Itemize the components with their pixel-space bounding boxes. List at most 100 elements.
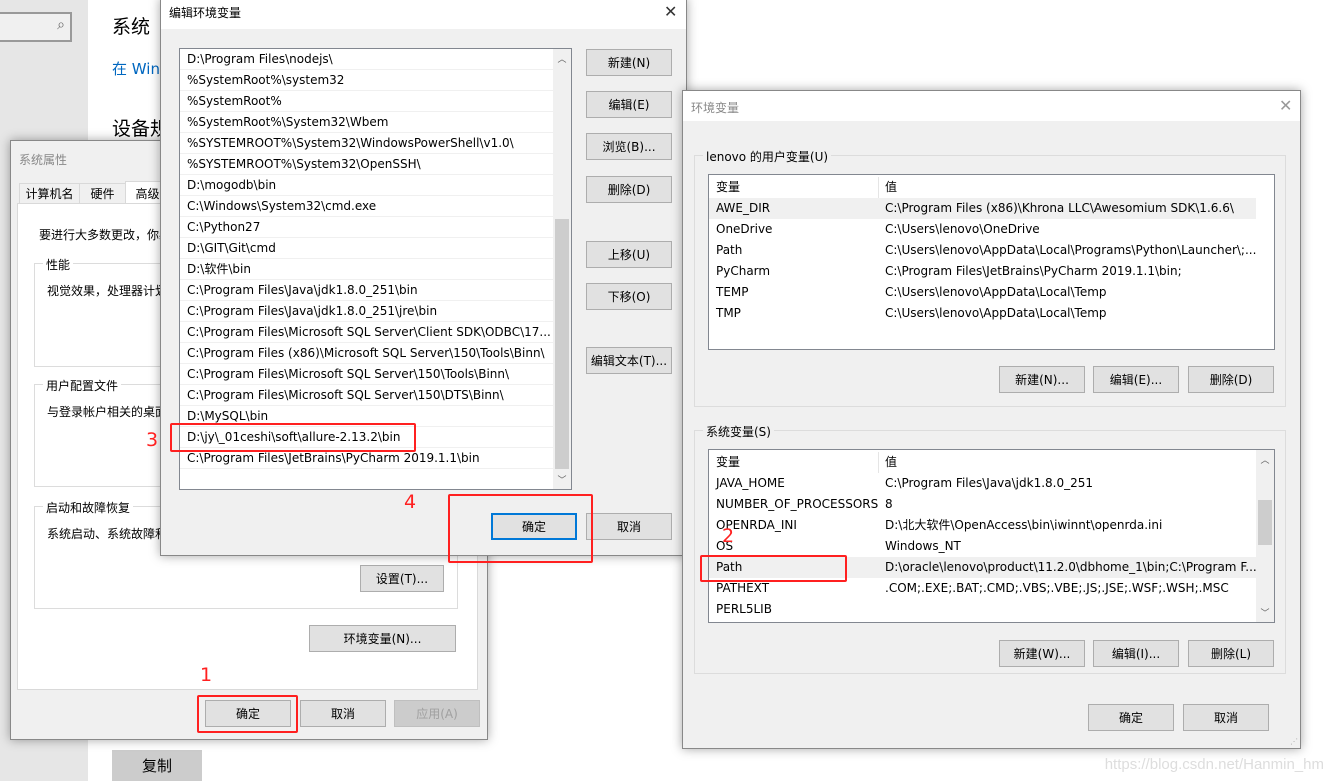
group-label: 启动和故障恢复 — [43, 499, 134, 516]
group-text: 视觉效果，处理器计划，内存使用，以及虚拟内存 — [47, 284, 177, 298]
annotation-box-4 — [448, 494, 593, 563]
copy-button[interactable]: 复制 — [112, 750, 202, 781]
dialog-title: 编辑环境变量 — [169, 6, 242, 20]
path-entry[interactable]: %SYSTEMROOT%\System32\WindowsPowerShell\… — [180, 133, 553, 154]
path-entry[interactable]: C:\Program Files\Microsoft SQL Server\15… — [180, 385, 553, 406]
sys_buttons-button-0[interactable]: 新建(W)... — [999, 640, 1085, 667]
watermark: https://blog.csdn.net/Hanmin_hm — [1104, 756, 1324, 773]
variable-row[interactable]: AWE_DIR C:\Program Files (x86)\Khrona LLC… — [709, 198, 1256, 219]
variable-name: OneDrive — [716, 222, 773, 236]
path-entry[interactable]: C:\Windows\System32\cmd.exe — [180, 196, 553, 217]
cancel-button[interactable]: 取消 — [300, 700, 386, 727]
column-header-value[interactable]: 值 — [879, 452, 1274, 473]
user_buttons-button-0[interactable]: 新建(N)... — [999, 366, 1085, 393]
group-label: lenovo 的用户变量(U) — [703, 148, 832, 165]
variable-row[interactable]: JAVA_HOME C:\Program Files\Java\jdk1.8.0_… — [709, 473, 1256, 494]
variable-row[interactable]: OneDrive C:\Users\lenovo\OneDrive — [709, 219, 1256, 240]
path-entry[interactable]: %SystemRoot%\system32 — [180, 70, 553, 91]
variable-row[interactable]: OS Windows_NT — [709, 536, 1256, 557]
variable-name: PyCharm — [716, 264, 771, 278]
column-header-name[interactable]: 变量 — [709, 177, 879, 198]
variable-value: C:\Users\lenovo\AppData\Local\Temp — [885, 306, 1107, 320]
variable-value: Windows_NT — [885, 539, 961, 553]
variable-value: C:\Program Files (x86)\Khrona LLC\Awesom… — [885, 201, 1234, 215]
settings-search-input[interactable]: ⌕ — [0, 12, 72, 42]
path-entry[interactable]: %SystemRoot%\System32\Wbem — [180, 112, 553, 133]
path-entry[interactable]: %SYSTEMROOT%\System32\OpenSSH\ — [180, 154, 553, 175]
variable-row[interactable]: Path C:\Users\lenovo\AppData\Local\Progra… — [709, 240, 1256, 261]
variable-row[interactable]: NUMBER_OF_PROCESSORS 8 — [709, 494, 1256, 515]
edit-cancel-button[interactable]: 取消 — [586, 513, 672, 540]
variable-name: AWE_DIR — [716, 201, 771, 215]
variable-value: .COM;.EXE;.BAT;.CMD;.VBS;.VBE;.JS;.JSE;.… — [885, 581, 1229, 595]
edit-env-button-4[interactable]: 上移(U) — [586, 241, 672, 268]
variable-value: C:\Users\lenovo\OneDrive — [885, 222, 1040, 236]
path-entry[interactable]: C:\Program Files (x86)\Microsoft SQL Ser… — [180, 343, 553, 364]
scrollbar-thumb[interactable] — [1258, 500, 1272, 545]
tab-computer-name[interactable]: 计算机名 — [19, 183, 80, 204]
scrollbar[interactable]: ︿ ﹀ — [1256, 450, 1274, 622]
variable-row[interactable]: PERL5LIB — [709, 599, 1256, 620]
column-header-name[interactable]: 变量 — [709, 452, 879, 473]
path-entry[interactable]: C:\Program Files\Java\jdk1.8.0_251\jre\b… — [180, 301, 553, 322]
user-variables-list[interactable]: 变量值 AWE_DIR C:\Program Files (x86)\Khrona… — [708, 174, 1275, 350]
variable-value: C:\Program Files\Java\jdk1.8.0_251 — [885, 476, 1094, 490]
resize-grip-icon[interactable]: ⋰ — [1290, 737, 1298, 746]
sys_buttons-button-1[interactable]: 编辑(I)... — [1093, 640, 1179, 667]
path-entry[interactable]: C:\Python27 — [180, 217, 553, 238]
path-entry[interactable]: D:\Program Files\nodejs\ — [180, 49, 553, 70]
annotation-number-4: 4 — [404, 491, 417, 513]
annotation-box-3 — [170, 423, 416, 452]
path-entry[interactable]: C:\Program Files\Microsoft SQL Server\15… — [180, 364, 553, 385]
annotation-number-3: 3 — [146, 429, 159, 451]
variable-name: OPENRDA_INI — [716, 518, 797, 532]
apply-button[interactable]: 应用(A) — [394, 700, 480, 727]
variable-value: 8 — [885, 497, 893, 511]
variable-name: PERL5LIB — [716, 602, 772, 616]
edit-env-button-6[interactable]: 编辑文本(T)... — [586, 347, 672, 374]
dialog-title: 系统属性 — [19, 153, 68, 167]
variable-value: C:\Program Files\JetBrains\PyCharm 2019.… — [885, 264, 1182, 278]
edit-env-button-0[interactable]: 新建(N) — [586, 49, 672, 76]
column-header-value[interactable]: 值 — [879, 177, 1274, 198]
env-cancel-button[interactable]: 取消 — [1183, 704, 1269, 731]
intro-text: 要进行大多数更改，你必须作为管理员登录。 — [39, 228, 179, 242]
edit-env-button-2[interactable]: 浏览(B)... — [586, 133, 672, 160]
path-entry[interactable]: C:\Program Files\Java\jdk1.8.0_251\bin — [180, 280, 553, 301]
search-icon: ⌕ — [57, 17, 65, 33]
scrollbar-thumb[interactable] — [555, 219, 569, 469]
startup-settings-button[interactable]: 设置(T)... — [360, 565, 444, 592]
path-entry[interactable]: C:\Program Files\Microsoft SQL Server\Cl… — [180, 322, 553, 343]
edit-env-button-1[interactable]: 编辑(E) — [586, 91, 672, 118]
variable-name: Path — [716, 243, 743, 257]
edit-env-button-3[interactable]: 删除(D) — [586, 176, 672, 203]
variable-name: JAVA_HOME — [716, 476, 785, 490]
user_buttons-button-1[interactable]: 编辑(E)... — [1093, 366, 1179, 393]
env-ok-button[interactable]: 确定 — [1088, 704, 1174, 731]
annotation-number-2: 2 — [722, 525, 735, 547]
user_buttons-button-2[interactable]: 删除(D) — [1188, 366, 1274, 393]
list-header: 变量值 — [709, 177, 1274, 198]
list-header: 变量值 — [709, 452, 1274, 473]
path-entry[interactable]: D:\GIT\Git\cmd — [180, 238, 553, 259]
close-icon[interactable]: ✕ — [664, 2, 677, 21]
environment-variables-button[interactable]: 环境变量(N)... — [309, 625, 456, 652]
path-entry[interactable]: D:\软件\bin — [180, 259, 553, 280]
sys_buttons-button-2[interactable]: 删除(L) — [1188, 640, 1274, 667]
scrollbar[interactable]: ︿ ﹀ — [553, 49, 571, 489]
close-icon[interactable]: ✕ — [1279, 96, 1292, 115]
variable-row[interactable]: OPENRDA_INI D:\北大软件\OpenAccess\bin\iwinnt… — [709, 515, 1256, 536]
group-label: 用户配置文件 — [43, 377, 122, 394]
edit-env-button-5[interactable]: 下移(O) — [586, 283, 672, 310]
system-variables-list[interactable]: 变量值 JAVA_HOME C:\Program Files\Java\jdk1.… — [708, 449, 1275, 623]
variable-value: C:\Users\lenovo\AppData\Local\Temp — [885, 285, 1107, 299]
tab-hardware[interactable]: 硬件 — [79, 183, 126, 204]
variable-row[interactable]: PyCharm C:\Program Files\JetBrains\PyChar… — [709, 261, 1256, 282]
path-entry[interactable]: %SystemRoot% — [180, 91, 553, 112]
variable-row[interactable]: TEMP C:\Users\lenovo\AppData\Local\Temp — [709, 282, 1256, 303]
variable-name: NUMBER_OF_PROCESSORS — [716, 497, 879, 511]
variable-name: TEMP — [716, 285, 749, 299]
path-entry[interactable]: D:\mogodb\bin — [180, 175, 553, 196]
variable-row[interactable]: TMP C:\Users\lenovo\AppData\Local\Temp — [709, 303, 1256, 324]
dialog-title: 环境变量 — [691, 101, 740, 115]
